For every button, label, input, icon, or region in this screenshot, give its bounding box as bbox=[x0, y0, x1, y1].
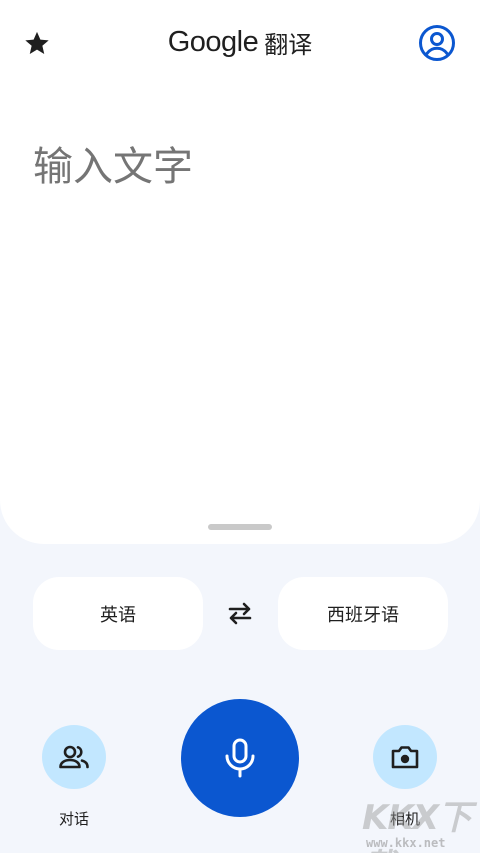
input-card: Google 翻译 bbox=[0, 0, 480, 544]
microphone-icon bbox=[225, 738, 255, 778]
source-text-input[interactable] bbox=[33, 132, 453, 202]
target-language-button[interactable]: 西班牙语 bbox=[278, 577, 448, 650]
product-name: 翻译 bbox=[264, 30, 313, 59]
camera-icon bbox=[391, 746, 419, 769]
camera-button[interactable] bbox=[373, 725, 437, 789]
source-language-label: 英语 bbox=[100, 604, 136, 626]
camera-label: 相机 bbox=[389, 810, 420, 828]
conversation-label: 对话 bbox=[58, 810, 89, 828]
swap-arrows-icon bbox=[228, 602, 252, 625]
account-button[interactable] bbox=[417, 23, 457, 63]
watermark-url: www.kkx.net bbox=[366, 836, 446, 850]
microphone-button[interactable] bbox=[181, 699, 299, 817]
source-language-button[interactable]: 英语 bbox=[33, 577, 203, 650]
drag-handle[interactable] bbox=[208, 524, 272, 530]
conversation-button[interactable] bbox=[42, 725, 106, 789]
app-title: Google 翻译 bbox=[0, 22, 480, 62]
people-icon bbox=[59, 745, 89, 769]
app-header: Google 翻译 bbox=[0, 0, 480, 84]
google-logo: Google bbox=[167, 25, 259, 58]
swap-languages-button[interactable] bbox=[220, 593, 260, 633]
target-language-label: 西班牙语 bbox=[327, 604, 399, 626]
account-circle-icon bbox=[419, 25, 455, 61]
